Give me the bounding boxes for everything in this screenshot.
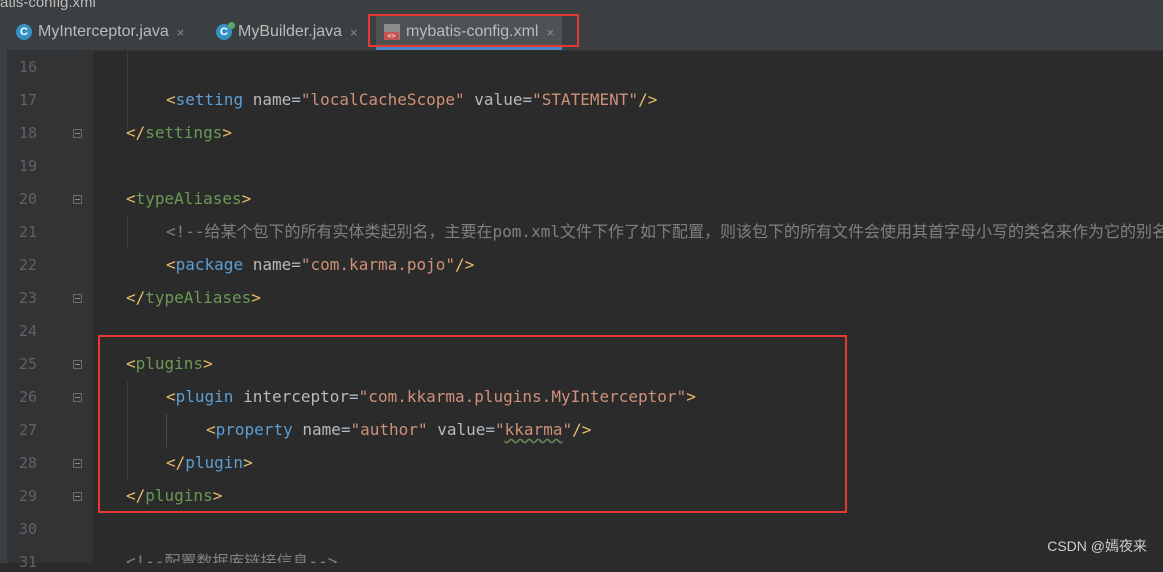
window-title-bar: atis-config.xml — [0, 0, 1163, 14]
java-class-icon: C — [216, 22, 235, 40]
line-number: 31 — [19, 553, 38, 571]
line-number: 25 — [19, 355, 38, 373]
java-class-icon: C — [16, 24, 32, 40]
tab-label: MyInterceptor.java — [38, 23, 169, 40]
tab-myinterceptor-java[interactable]: C MyInterceptor.java × — [16, 14, 184, 50]
line-number: 16 — [19, 58, 38, 76]
code-line: <setting name="localCacheScope" value="S… — [166, 90, 658, 109]
indent-guide — [127, 215, 128, 248]
code-line: <typeAliases> — [126, 189, 252, 208]
fold-toggle-icon[interactable] — [73, 360, 82, 369]
close-icon[interactable]: × — [350, 25, 358, 40]
fold-toggle-icon[interactable] — [73, 129, 82, 138]
line-number: 23 — [19, 289, 38, 307]
line-number: 20 — [19, 190, 38, 208]
code-line: </typeAliases> — [126, 288, 261, 307]
window-title: atis-config.xml — [0, 0, 96, 11]
line-number: 24 — [19, 322, 38, 340]
watermark: CSDN @嫣夜来 — [1047, 538, 1147, 554]
line-number: 18 — [19, 124, 38, 142]
editor-tab-bar: C MyInterceptor.java × C MyBuilder.java … — [0, 14, 1163, 51]
fold-toggle-icon[interactable] — [73, 492, 82, 501]
line-number: 22 — [19, 256, 38, 274]
tab-mybuilder-java[interactable]: C MyBuilder.java × — [216, 14, 358, 50]
line-number-gutter: 16 17 18 19 20 21 22 23 24 25 26 27 28 29 30 31 — [7, 50, 93, 571]
indent-guide — [127, 50, 128, 134]
active-tab-highlight-box — [368, 14, 579, 47]
fold-toggle-icon[interactable] — [73, 459, 82, 468]
fold-toggle-icon[interactable] — [73, 195, 82, 204]
code-line: <package name="com.karma.pojo"/> — [166, 255, 475, 274]
line-number: 17 — [19, 91, 38, 109]
line-number: 26 — [19, 388, 38, 406]
line-number: 27 — [19, 421, 38, 439]
code-line: <!--配置数据库链接信息--> — [126, 552, 338, 563]
tab-label: MyBuilder.java — [238, 23, 343, 40]
left-tool-strip — [0, 50, 7, 563]
fold-toggle-icon[interactable] — [73, 294, 82, 303]
code-line: </settings> — [126, 123, 232, 142]
code-line: <!--给某个包下的所有实体类起别名，主要在pom.xml文件下作了如下配置，则… — [166, 222, 1163, 241]
line-number: 29 — [19, 487, 38, 505]
close-icon[interactable]: × — [177, 25, 185, 40]
fold-toggle-icon[interactable] — [73, 393, 82, 402]
line-number: 21 — [19, 223, 38, 241]
line-number: 28 — [19, 454, 38, 472]
line-number: 30 — [19, 520, 38, 538]
plugins-highlight-box — [98, 335, 847, 513]
line-number: 19 — [19, 157, 38, 175]
